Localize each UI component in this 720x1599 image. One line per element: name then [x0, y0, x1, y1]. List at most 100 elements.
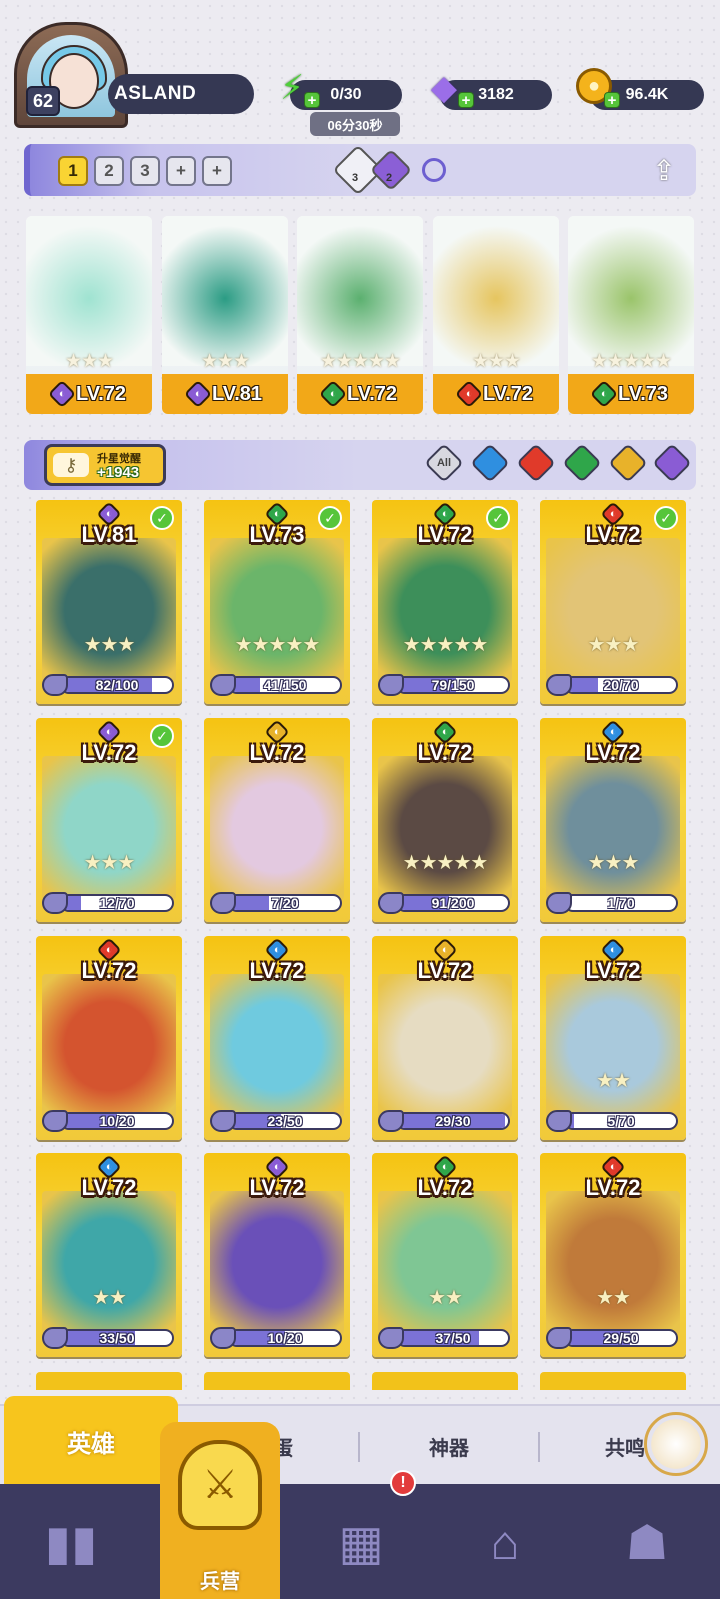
filter-all-button[interactable]: All: [424, 443, 464, 483]
hero-level: LV.73: [249, 522, 305, 547]
hero-card[interactable]: ◐ ✓ LV.72 ★★★ 20/70: [540, 500, 686, 704]
hero-stars: ★★★: [587, 852, 640, 874]
hero-stars: ★★★★★: [402, 634, 489, 656]
element-icon: ◐: [589, 379, 619, 409]
team-tab-1[interactable]: 1: [58, 156, 88, 186]
team-hero-card[interactable]: ★★★ ◐ LV.81: [162, 216, 288, 414]
team-tab-3[interactable]: 3: [130, 156, 160, 186]
hero-portrait: [162, 216, 288, 366]
search-icon[interactable]: [422, 158, 446, 182]
hero-card[interactable]: ◐ LV.72 7/20: [204, 718, 350, 922]
add-team-button-2[interactable]: +: [202, 156, 232, 186]
hero-level: LV.72: [81, 740, 137, 765]
map-icon[interactable]: ▦: [316, 1498, 406, 1588]
team-tab-2[interactable]: 2: [94, 156, 124, 186]
crystal-purple-icon[interactable]: [369, 148, 413, 192]
shard-count: 29/30: [435, 1113, 471, 1129]
team-hero-card[interactable]: ★★★★★ ◐ LV.73: [568, 216, 694, 414]
hero-card[interactable]: ◐ LV.72 ★★★ 1/70: [540, 718, 686, 922]
team-hero-card[interactable]: ★★★★★ ◐ LV.72: [297, 216, 423, 414]
shard-progress: 33/50: [42, 1327, 174, 1349]
resonance-ring-icon: [644, 1412, 708, 1476]
gem-value: 3182: [478, 86, 514, 103]
player-name[interactable]: ASLAND: [108, 74, 254, 114]
shard-count: 41/150: [263, 677, 307, 693]
share-icon[interactable]: ⇪: [644, 150, 684, 190]
hero-card[interactable]: ◐ LV.72 10/20: [204, 1153, 350, 1357]
filter-element-button[interactable]: [516, 443, 556, 483]
hero-card[interactable]: ◐ ✓ LV.81 ★★★ 82/100: [36, 500, 182, 704]
add-gems-button[interactable]: +: [458, 92, 474, 108]
hero-card[interactable]: ◐ LV.72 ★★ 33/50: [36, 1153, 182, 1357]
awaken-button[interactable]: ⚷ 升星觉醒 +1943: [44, 444, 166, 486]
nav-barracks[interactable]: ⚔ 兵营: [160, 1422, 280, 1599]
hero-stars: ★★★: [83, 852, 136, 874]
shard-count: 33/50: [99, 1330, 135, 1346]
hero-card[interactable]: ◐ LV.72 29/30: [372, 936, 518, 1140]
hero-card[interactable]: ◐ LV.72 ★★★★★ 91/200: [372, 718, 518, 922]
shard-bar: 37/50: [396, 1329, 510, 1347]
hero-card[interactable]: ◐ ✓ LV.72 ★★★ 12/70: [36, 718, 182, 922]
hero-card[interactable]: ◐ LV.72 23/50: [204, 936, 350, 1140]
hero-level: LV.72: [417, 1175, 473, 1200]
hero-card[interactable]: ◐ LV.72 ★★ 5/70: [540, 936, 686, 1140]
hero-card-partial[interactable]: [372, 1372, 518, 1390]
hero-card-partial[interactable]: [540, 1372, 686, 1390]
shard-icon: [378, 674, 404, 696]
shard-bar: 79/150: [396, 676, 510, 694]
shard-icon: [378, 1327, 404, 1349]
shard-icon: [546, 674, 572, 696]
shard-bar: 5/70: [564, 1112, 678, 1130]
filter-element-button[interactable]: [470, 443, 510, 483]
add-gold-button[interactable]: +: [604, 92, 620, 108]
shard-count: 20/70: [603, 677, 639, 693]
add-energy-button[interactable]: +: [304, 92, 320, 108]
hero-level: LV.81: [81, 522, 137, 547]
hero-card-partial[interactable]: [36, 1372, 182, 1390]
hero-card-partial[interactable]: [204, 1372, 350, 1390]
tab-heroes[interactable]: 英雄: [4, 1396, 178, 1486]
mushroom-icon[interactable]: ☗: [602, 1498, 692, 1588]
hero-card[interactable]: ◐ ✓ LV.73 ★★★★★ 41/150: [204, 500, 350, 704]
shard-count: 10/20: [99, 1113, 135, 1129]
team-hero-card[interactable]: ★★★ ◐ LV.72: [433, 216, 559, 414]
shard-bar: 91/200: [396, 894, 510, 912]
hero-level: LV.72: [81, 958, 137, 983]
hero-level: LV.72: [585, 958, 641, 983]
hero-card[interactable]: ◐ LV.72 ★★ 29/50: [540, 1153, 686, 1357]
shard-progress: 41/150: [210, 674, 342, 696]
team-selector-bar: 1 2 3 + + 3 2 ⇪: [24, 144, 696, 196]
temple-icon[interactable]: ⌂: [460, 1498, 550, 1588]
hero-stars: ★★★: [64, 351, 114, 372]
team-hero-card[interactable]: ★★★ ◐ LV.72: [26, 216, 152, 414]
hero-card[interactable]: ◐ LV.72 10/20: [36, 936, 182, 1140]
add-team-button[interactable]: +: [166, 156, 196, 186]
shard-progress: 1/70: [546, 892, 678, 914]
gold-value: 96.4K: [625, 86, 669, 103]
shard-icon: [546, 892, 572, 914]
shard-progress: 23/50: [210, 1110, 342, 1132]
shard-icon: [210, 674, 236, 696]
filter-element-button[interactable]: [652, 443, 692, 483]
shard-icon: [378, 892, 404, 914]
hero-stars: ★★: [92, 1287, 127, 1309]
shard-count: 5/70: [607, 1113, 635, 1129]
hero-level: LV.72: [75, 382, 127, 405]
shard-progress: 12/70: [42, 892, 174, 914]
hero-card[interactable]: ◐ ✓ LV.72 ★★★★★ 79/150: [372, 500, 518, 704]
shard-bar: 29/30: [396, 1112, 510, 1130]
hero-card[interactable]: ◐ LV.72 ★★ 37/50: [372, 1153, 518, 1357]
tab-artifacts[interactable]: 神器: [362, 1406, 536, 1486]
shard-count: 12/70: [99, 895, 135, 911]
awaken-value: +1943: [97, 464, 140, 481]
cards-icon[interactable]: ▮▮: [26, 1498, 116, 1588]
hero-stars: ★★★: [83, 634, 136, 656]
shard-icon: [42, 892, 68, 914]
hero-stars: ★★: [428, 1287, 463, 1309]
shard-bar: 41/150: [228, 676, 342, 694]
shard-icon: [378, 1110, 404, 1132]
shard-count: 37/50: [435, 1330, 471, 1346]
filter-element-button[interactable]: [608, 443, 648, 483]
filter-element-button[interactable]: [562, 443, 602, 483]
hero-level: LV.72: [346, 382, 398, 405]
